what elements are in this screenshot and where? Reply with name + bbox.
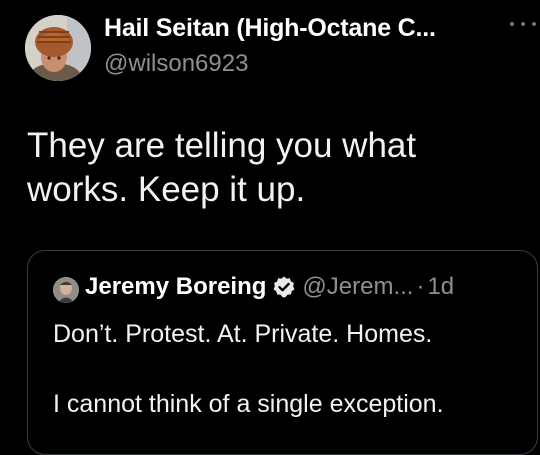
quoted-author-avatar [53, 277, 79, 303]
quoted-text-spacer [53, 353, 444, 385]
tweet-text: They are telling you what works. Keep it… [27, 124, 517, 212]
quoted-author-name[interactable]: Jeremy Boreing [85, 273, 266, 301]
more-dot [532, 22, 536, 26]
tweet-text-line: works. Keep it up. [27, 170, 306, 209]
avatar-image [25, 15, 91, 81]
author-display-name[interactable]: Hail Seitan (High-Octane C... [104, 14, 436, 43]
author-avatar[interactable] [25, 15, 91, 81]
more-dot [521, 22, 525, 26]
quoted-text-line: Don’t. Protest. At. Private. Homes. [53, 320, 433, 348]
more-options-icon[interactable] [510, 16, 536, 32]
tweet-card[interactable]: Hail Seitan (High-Octane C... @wilson692… [0, 0, 540, 455]
quoted-tweet-header: Jeremy Boreing @Jerem... · 1d [85, 273, 454, 301]
quoted-author-handle[interactable]: @Jerem... [302, 273, 413, 301]
tweet-text-line: They are telling you what [27, 126, 417, 165]
quoted-timestamp[interactable]: 1d [427, 273, 454, 301]
quoted-tweet-text: Don’t. Protest. At. Private. Homes. I ca… [53, 315, 444, 423]
verified-badge-icon [273, 276, 295, 298]
quoted-tweet[interactable]: Jeremy Boreing @Jerem... · 1d Don’t. Pro… [27, 250, 538, 455]
more-dot [510, 22, 514, 26]
quoted-separator: · [416, 273, 425, 300]
author-handle[interactable]: @wilson6923 [104, 50, 248, 78]
quoted-avatar-image [53, 277, 79, 303]
quoted-text-line: I cannot think of a single exception. [53, 390, 444, 418]
